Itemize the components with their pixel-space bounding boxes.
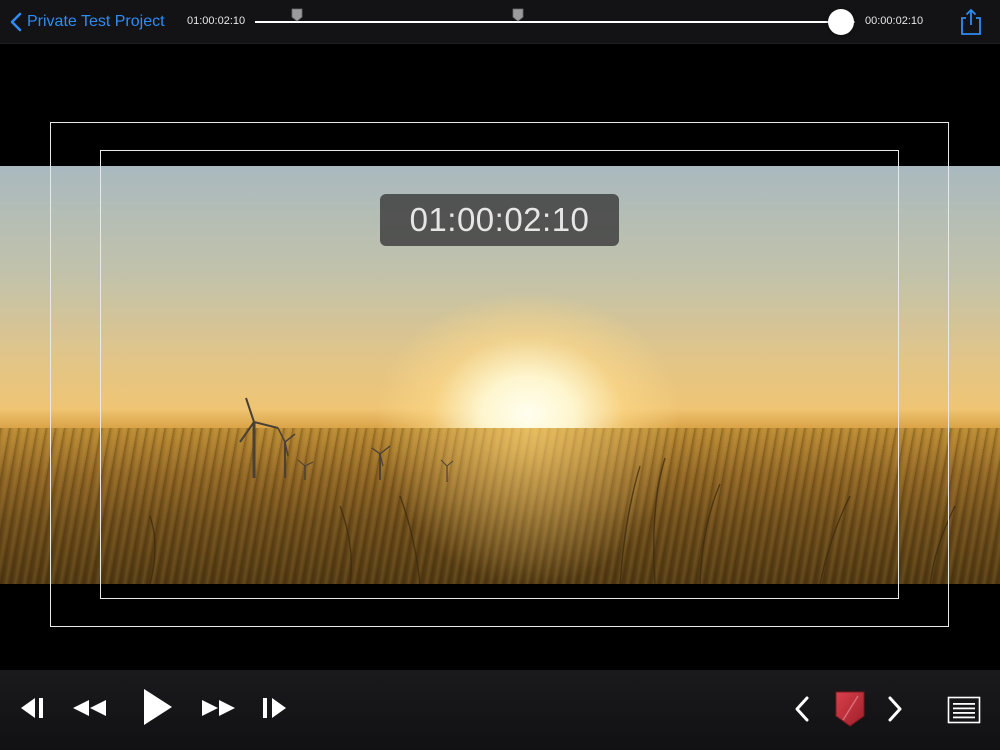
scrubber-playhead-knob[interactable] [828, 9, 855, 35]
next-marker-button[interactable] [885, 695, 905, 723]
add-marker-button[interactable] [834, 690, 866, 728]
chevron-right-icon [888, 696, 902, 722]
rewind-icon [73, 700, 106, 716]
video-viewer-app: Private Test Project 01:00:02:10 00:00:0… [0, 0, 1000, 750]
timeline-marker[interactable] [512, 8, 524, 22]
chevron-left-icon [795, 696, 809, 722]
share-icon [961, 9, 981, 35]
rewind-button[interactable] [70, 694, 110, 722]
step-forward-icon [263, 698, 286, 718]
timecode-overlay: 01:00:02:10 [380, 194, 619, 246]
previous-marker-button[interactable] [792, 695, 812, 723]
marker-flag-icon [835, 691, 865, 727]
scrubber-fill [255, 21, 842, 23]
step-back-button[interactable] [18, 694, 48, 722]
list-icon [947, 696, 981, 724]
marker-list-button[interactable] [947, 696, 981, 724]
play-button[interactable] [140, 687, 174, 727]
step-forward-button[interactable] [259, 694, 289, 722]
chevron-left-icon [10, 12, 22, 32]
back-button-label: Private Test Project [27, 13, 165, 30]
step-back-icon [21, 698, 43, 718]
timecode-end: 00:00:02:10 [865, 15, 924, 27]
timecode-start: 01:00:02:10 [187, 15, 246, 27]
top-toolbar: Private Test Project 01:00:02:10 00:00:0… [0, 0, 1000, 44]
timeline-scrubber[interactable] [255, 4, 855, 40]
timeline-marker[interactable] [291, 8, 303, 22]
fast-forward-button[interactable] [198, 694, 238, 722]
video-viewer[interactable]: 01:00:02:10 [0, 44, 1000, 670]
fast-forward-icon [202, 700, 235, 716]
play-icon [144, 689, 172, 725]
share-button[interactable] [958, 8, 984, 36]
back-button[interactable]: Private Test Project [10, 8, 165, 36]
transport-bar [0, 670, 1000, 750]
